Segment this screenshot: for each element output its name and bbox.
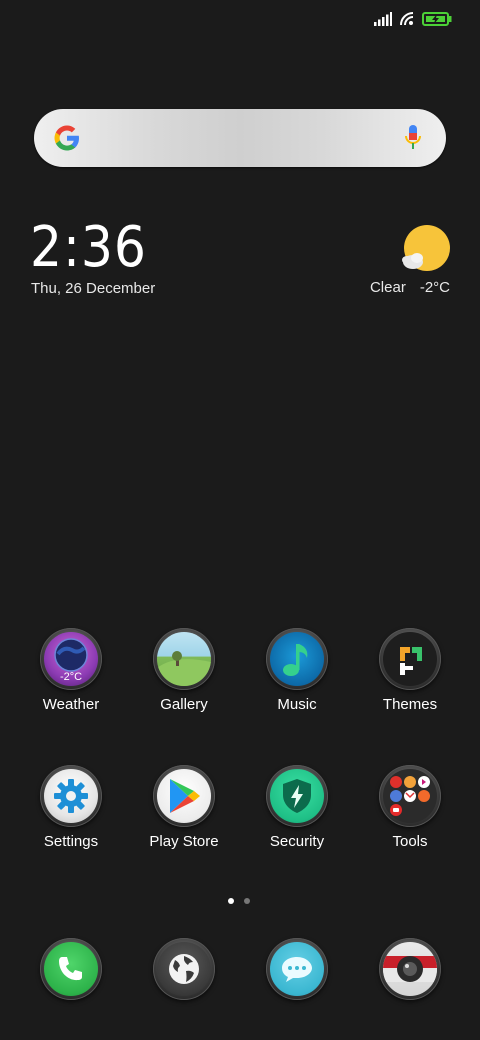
- dock-camera[interactable]: [355, 938, 465, 1000]
- status-icons: [374, 12, 452, 31]
- weather-condition: Clear: [369, 279, 406, 296]
- signal-icon: [374, 12, 392, 31]
- app-label: Security: [269, 833, 325, 850]
- app-label: Settings: [43, 833, 99, 850]
- app-tools-folder[interactable]: Tools: [355, 765, 465, 850]
- app-weather[interactable]: -2°C Weather: [16, 628, 126, 713]
- dock-browser[interactable]: [129, 938, 239, 1000]
- themes-icon: [383, 632, 437, 686]
- clock-time[interactable]: 2:36: [30, 218, 147, 278]
- weather-app-icon: -2°C: [44, 632, 98, 686]
- app-security[interactable]: Security: [242, 765, 352, 850]
- mic-icon[interactable]: [404, 124, 422, 157]
- shield-icon: [270, 769, 324, 823]
- app-label: Gallery: [160, 696, 208, 713]
- gear-icon: [44, 769, 98, 823]
- weather-app-badge: -2°C: [59, 671, 83, 683]
- sun-cloud-icon[interactable]: [400, 224, 452, 281]
- app-label: Themes: [382, 696, 438, 713]
- app-play-store[interactable]: Play Store: [129, 765, 239, 850]
- app-gallery[interactable]: Gallery: [129, 628, 239, 713]
- app-themes[interactable]: Themes: [355, 628, 465, 713]
- weather-temperature: -2°C: [419, 279, 450, 296]
- gallery-icon: [157, 632, 211, 686]
- status-bar: [0, 0, 480, 44]
- tools-folder-icon: [383, 769, 437, 823]
- weather-summary[interactable]: Clear -2°C: [370, 279, 450, 296]
- battery-charging-icon: [422, 12, 452, 31]
- music-note-icon: [270, 632, 324, 686]
- app-music[interactable]: Music: [242, 628, 352, 713]
- camera-icon: [383, 942, 437, 996]
- app-label: Tools: [392, 833, 428, 850]
- dock-messages[interactable]: [242, 938, 352, 1000]
- play-store-icon: [157, 769, 211, 823]
- page-indicator[interactable]: [228, 898, 250, 904]
- browser-icon: [157, 942, 211, 996]
- app-label: Weather: [42, 696, 100, 713]
- dock-phone[interactable]: [16, 938, 126, 1000]
- app-label: Play Store: [149, 833, 219, 850]
- app-settings[interactable]: Settings: [16, 765, 126, 850]
- app-label: Music: [277, 696, 317, 713]
- messages-icon: [270, 942, 324, 996]
- clock-date[interactable]: Thu, 26 December: [31, 280, 155, 297]
- wifi-icon: [400, 12, 414, 31]
- page-dot-active[interactable]: [228, 898, 234, 904]
- google-search-bar[interactable]: [34, 109, 446, 167]
- phone-icon: [44, 942, 98, 996]
- page-dot[interactable]: [244, 898, 250, 904]
- google-icon: [52, 123, 82, 158]
